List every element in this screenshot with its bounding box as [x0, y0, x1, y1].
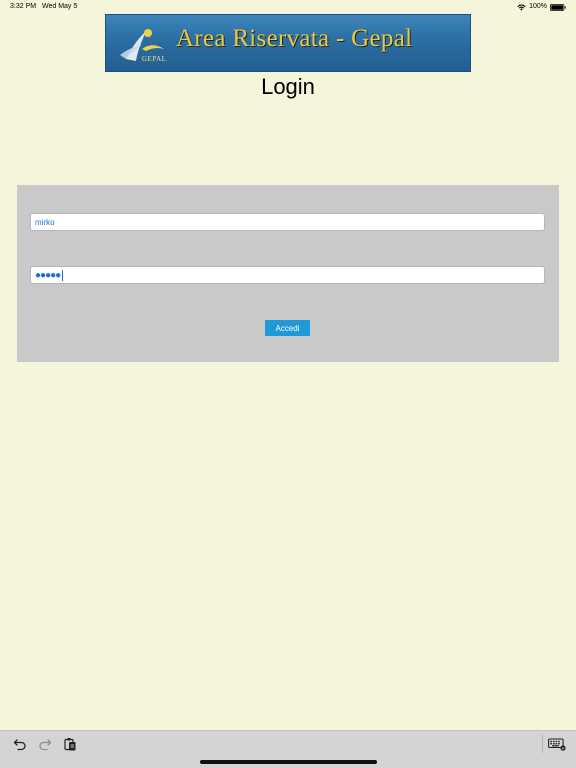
status-right-group: 100%	[517, 0, 566, 14]
battery-icon	[550, 3, 566, 11]
accedi-button[interactable]: Accedi	[265, 320, 310, 336]
keyboard-icon[interactable]	[548, 737, 566, 751]
home-indicator	[200, 760, 377, 764]
password-masked-value: ●●●●●	[35, 269, 61, 281]
username-input[interactable]	[30, 213, 545, 231]
status-time: 3:32 PM	[10, 3, 37, 10]
password-input[interactable]: ●●●●●	[30, 266, 545, 284]
battery-percent: 100%	[529, 3, 547, 10]
banner: GEPAL Area Riservata - Gepal	[105, 14, 471, 72]
gepal-logo: GEPAL	[112, 19, 170, 69]
logo-text: GEPAL	[142, 55, 167, 63]
paste-icon[interactable]	[63, 737, 77, 751]
status-date: Wed May 5	[42, 3, 78, 10]
page-title: Login	[261, 74, 315, 99]
redo-icon[interactable]	[38, 737, 52, 751]
status-bar: 3:32 PM Wed May 5 100%	[0, 0, 576, 14]
banner-title: Area Riservata - Gepal	[176, 25, 413, 52]
login-panel: ●●●●● Accedi	[17, 185, 559, 362]
accessory-divider	[542, 735, 543, 753]
undo-icon[interactable]	[13, 737, 27, 751]
text-caret	[62, 269, 64, 281]
wifi-icon	[517, 3, 526, 11]
